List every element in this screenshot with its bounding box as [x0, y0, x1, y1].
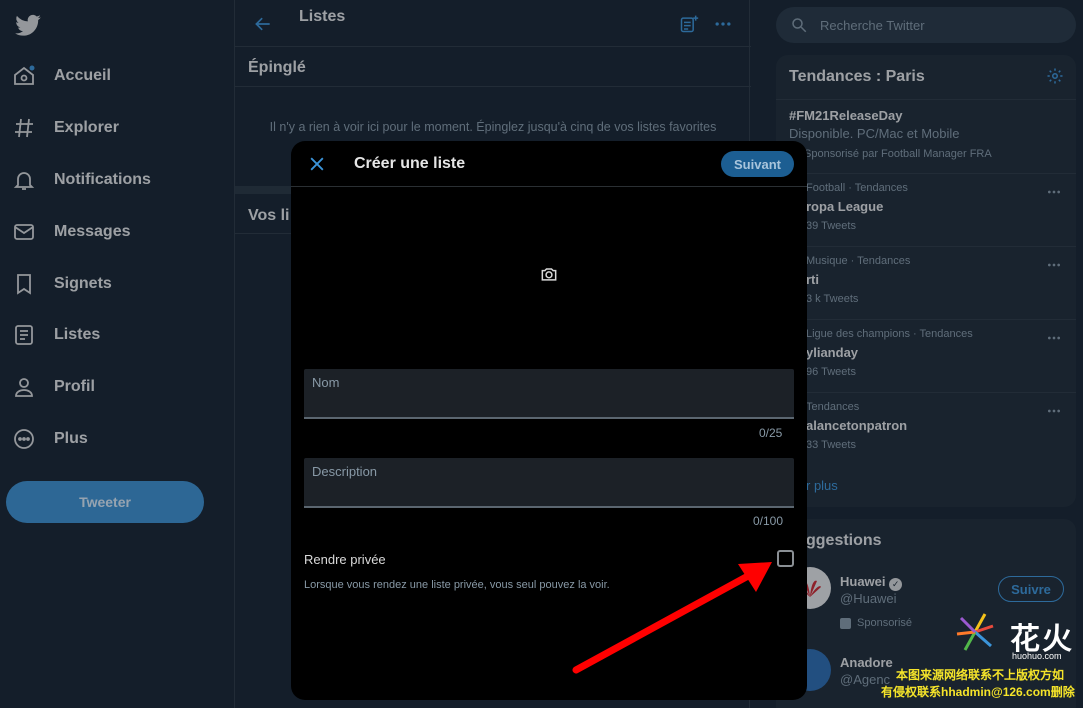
dialog-title: Créer une liste [354, 155, 466, 172]
description-field[interactable]: Description [304, 458, 794, 508]
dialog-header: Créer une liste Suivant [291, 141, 807, 187]
private-help-text: Lorsque vous rendez une liste privée, vo… [304, 579, 610, 591]
description-input[interactable] [312, 482, 782, 502]
name-input[interactable] [312, 393, 782, 413]
watermark-logo-icon [956, 613, 994, 651]
name-field-label: Nom [312, 375, 340, 390]
private-toggle-label: Rendre privée [304, 552, 386, 567]
watermark-note: 有侵权联系hhadmin@126.com删除 [881, 685, 1075, 699]
watermark-site: huohuo.com [1012, 651, 1062, 661]
create-list-dialog: Créer une liste Suivant Nom 0/25 Descrip… [291, 141, 807, 700]
watermark-note: 本图来源网络联系不上版权方如 [896, 668, 1065, 682]
private-checkbox[interactable] [777, 550, 794, 567]
name-field[interactable]: Nom [304, 369, 794, 419]
name-char-counter: 0/25 [759, 426, 783, 440]
close-icon[interactable] [307, 154, 327, 174]
description-char-counter: 0/100 [753, 514, 784, 528]
description-field-label: Description [312, 464, 378, 479]
next-button[interactable]: Suivant [721, 151, 794, 177]
camera-icon[interactable] [539, 264, 559, 284]
